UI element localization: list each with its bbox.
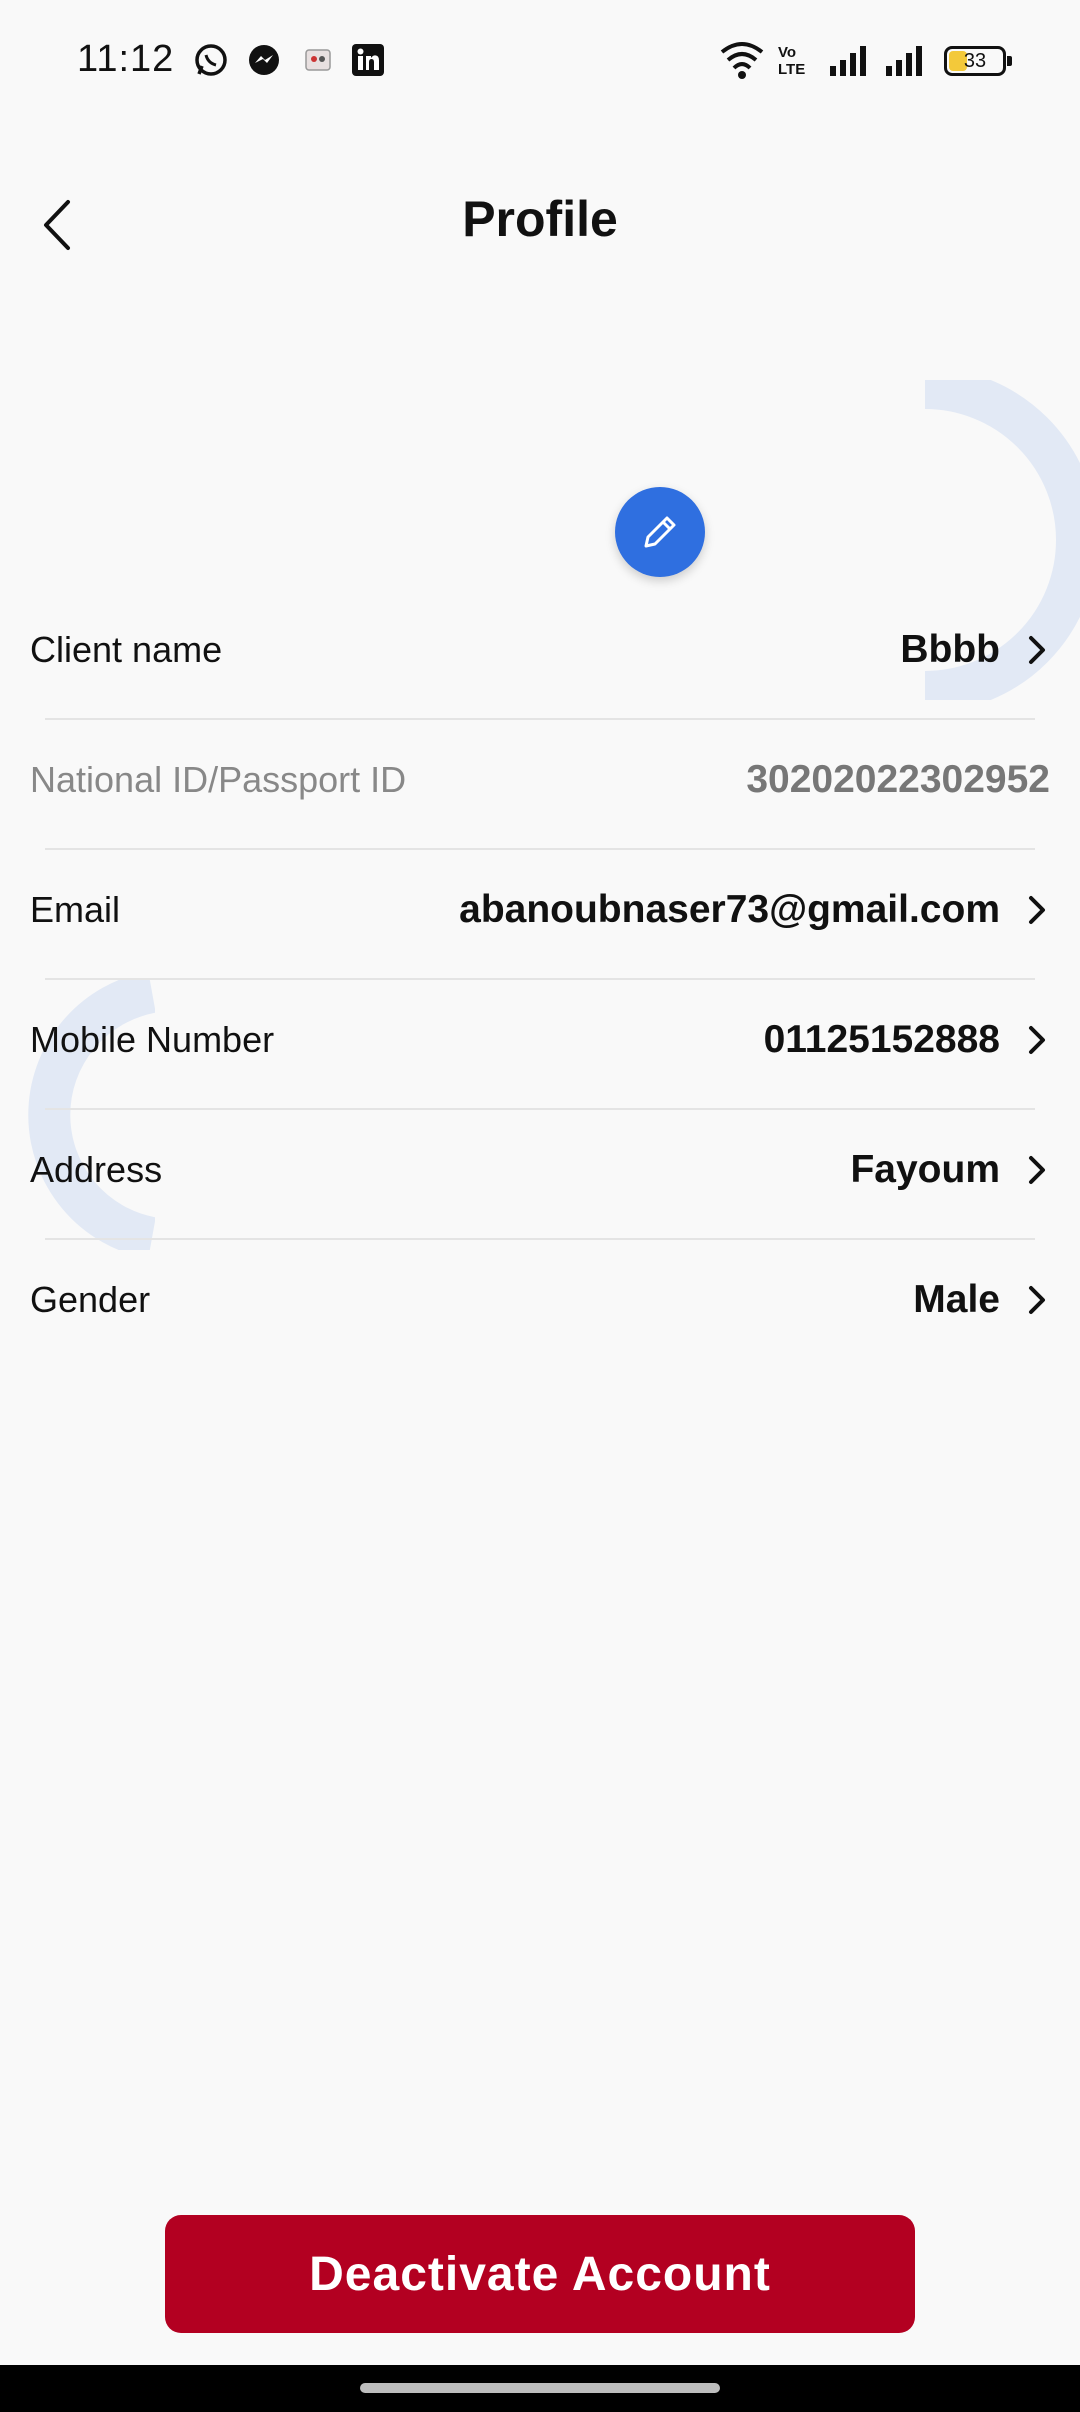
row-client-name[interactable]: Client name Bbbb: [0, 585, 1080, 715]
mobile-number-value: 01125152888: [763, 1018, 1000, 1061]
system-navigation-bar: [0, 2365, 1080, 2412]
email-label: Email: [30, 889, 121, 930]
messenger-icon: [249, 45, 279, 75]
chevron-right-icon: [1029, 1286, 1045, 1314]
address-label: Address: [30, 1149, 163, 1190]
whatsapp-icon: [195, 44, 227, 76]
wifi-icon: [720, 42, 764, 79]
status-time: 11:12: [77, 38, 175, 80]
chevron-right-icon: [1029, 896, 1045, 924]
row-mobile-number[interactable]: Mobile Number 01125152888: [0, 975, 1080, 1105]
row-address[interactable]: Address Fayoum: [0, 1105, 1080, 1235]
row-email[interactable]: Email abanoubnaser73@gmail.com: [0, 845, 1080, 975]
gender-label: Gender: [30, 1279, 151, 1320]
page-title: Profile: [462, 191, 618, 247]
home-gesture-bar[interactable]: [360, 2383, 720, 2393]
row-national-id: National ID/Passport ID 30202022302952: [0, 715, 1080, 845]
pencil-icon: [644, 516, 676, 548]
battery-level: 33: [963, 50, 987, 72]
app-notification-icon: [305, 49, 331, 71]
national-id-value: 30202022302952: [746, 758, 1050, 801]
row-gender[interactable]: Gender Male: [0, 1235, 1080, 1365]
volte-icon: Vo LTE: [778, 44, 806, 78]
battery-icon: 33: [944, 46, 1012, 76]
client-name-label: Client name: [30, 629, 223, 670]
chevron-right-icon: [1029, 1156, 1045, 1184]
national-id-label: National ID/Passport ID: [30, 759, 407, 800]
address-value: Fayoum: [850, 1148, 1000, 1191]
chevron-right-icon: [1029, 1026, 1045, 1054]
chevron-right-icon: [1029, 636, 1045, 664]
signal-strength-icon: [886, 46, 922, 76]
email-value: abanoubnaser73@gmail.com: [459, 888, 1000, 931]
mobile-number-label: Mobile Number: [30, 1019, 275, 1060]
gender-value: Male: [913, 1278, 1000, 1321]
status-bar: 11:12 Vo LTE 33: [0, 0, 1080, 125]
deactivate-account-button[interactable]: Deactivate Account: [165, 2215, 915, 2333]
signal-strength-icon: [830, 46, 866, 76]
edit-profile-photo-button[interactable]: [615, 487, 705, 577]
client-name-value: Bbbb: [900, 628, 1000, 671]
linkedin-icon: [352, 44, 384, 76]
